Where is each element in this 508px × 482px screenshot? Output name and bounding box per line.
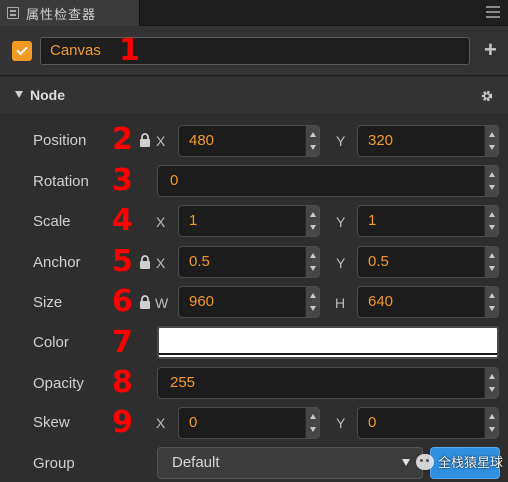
group-label: Group	[33, 455, 75, 472]
node-section-header[interactable]: Node	[0, 77, 508, 115]
scale-label: Scale	[33, 213, 71, 230]
scale-x-input[interactable]: 1	[178, 205, 320, 237]
scale-y-value: 1	[368, 212, 377, 229]
skew-y-stepper[interactable]	[484, 408, 498, 438]
anchor-label: Anchor	[33, 254, 81, 271]
rotation-label: Rotation	[33, 173, 89, 190]
annotation-marker-9: 9	[112, 405, 133, 440]
position-y-value: 320	[368, 132, 394, 149]
annotation-marker-1: 1	[119, 33, 140, 68]
section-title: Node	[30, 87, 65, 103]
skew-y-value: 0	[368, 414, 377, 431]
annotation-marker-4: 4	[112, 203, 133, 238]
skew-y-input[interactable]: 0	[357, 407, 499, 439]
annotation-marker-2: 2	[112, 122, 133, 157]
anchor-x-input[interactable]: 0.5	[178, 246, 320, 278]
panel-tab-bar: 属性检查器	[0, 0, 508, 26]
watermark: 全栈猿星球	[416, 452, 503, 471]
skew-x-stepper[interactable]	[305, 408, 319, 438]
collapse-arrow-icon[interactable]	[15, 91, 23, 98]
rotation-value: 0	[170, 172, 179, 189]
skew-x-input[interactable]: 0	[178, 407, 320, 439]
node-name-row: Canvas 1 +	[0, 26, 508, 76]
size-w-input[interactable]: 960	[178, 286, 320, 318]
position-x-stepper[interactable]	[305, 126, 319, 156]
node-enabled-checkbox[interactable]	[12, 41, 32, 61]
annotation-marker-5: 5	[112, 244, 133, 279]
skew-x-value: 0	[189, 414, 198, 431]
size-h-label: H	[335, 295, 346, 311]
inspector-icon	[7, 7, 19, 19]
size-w-value: 960	[189, 293, 215, 310]
opacity-label: Opacity	[33, 375, 84, 392]
skew-label: Skew	[33, 414, 70, 431]
lock-icon[interactable]	[139, 295, 151, 309]
scale-x-stepper[interactable]	[305, 206, 319, 236]
chevron-down-icon[interactable]	[402, 459, 410, 466]
size-label: Size	[33, 294, 63, 311]
annotation-marker-8: 8	[112, 365, 133, 400]
size-w-label: W	[155, 295, 169, 311]
size-h-input[interactable]: 640	[357, 286, 499, 318]
panel-menu-icon[interactable]	[486, 6, 500, 18]
scale-y-stepper[interactable]	[484, 206, 498, 236]
opacity-value: 255	[170, 374, 196, 391]
anchor-y-stepper[interactable]	[484, 247, 498, 277]
wechat-logo-icon	[416, 453, 434, 470]
rotation-input[interactable]: 0	[157, 165, 499, 197]
anchor-x-value: 0.5	[189, 253, 210, 270]
anchor-x-label: X	[156, 255, 166, 271]
node-name-input[interactable]: Canvas	[40, 37, 470, 65]
scale-x-label: X	[156, 214, 166, 230]
scale-y-label: Y	[336, 214, 346, 230]
color-picker-swatch[interactable]	[157, 326, 499, 359]
position-x-value: 480	[189, 132, 215, 149]
group-select[interactable]: Default	[157, 447, 423, 479]
watermark-text: 全栈猿星球	[438, 455, 504, 470]
size-h-stepper[interactable]	[484, 287, 498, 317]
gear-icon[interactable]	[481, 90, 493, 102]
skew-y-label: Y	[336, 415, 346, 431]
opacity-input[interactable]: 255	[157, 367, 499, 399]
opacity-stepper[interactable]	[484, 368, 498, 398]
size-h-value: 640	[368, 293, 394, 310]
rotation-stepper[interactable]	[484, 166, 498, 196]
skew-x-label: X	[156, 415, 166, 431]
color-label: Color	[33, 334, 69, 351]
scale-y-input[interactable]: 1	[357, 205, 499, 237]
position-y-input[interactable]: 320	[357, 125, 499, 157]
size-w-stepper[interactable]	[305, 287, 319, 317]
annotation-marker-6: 6	[112, 284, 133, 319]
position-y-stepper[interactable]	[484, 126, 498, 156]
anchor-y-value: 0.5	[368, 253, 389, 270]
tab-inspector[interactable]: 属性检查器	[0, 0, 140, 26]
checkmark-icon	[16, 43, 28, 56]
anchor-x-stepper[interactable]	[305, 247, 319, 277]
add-component-button[interactable]: +	[484, 38, 497, 62]
lock-icon[interactable]	[139, 255, 151, 269]
position-x-label: X	[156, 133, 166, 149]
annotation-marker-3: 3	[112, 163, 133, 198]
annotation-marker-7: 7	[112, 325, 133, 360]
position-x-input[interactable]: 480	[178, 125, 320, 157]
position-y-label: Y	[336, 133, 346, 149]
anchor-y-input[interactable]: 0.5	[357, 246, 499, 278]
anchor-y-label: Y	[336, 255, 346, 271]
lock-icon[interactable]	[139, 133, 151, 147]
scale-x-value: 1	[189, 212, 198, 229]
position-label: Position	[33, 132, 87, 149]
tab-title: 属性检查器	[26, 6, 97, 22]
